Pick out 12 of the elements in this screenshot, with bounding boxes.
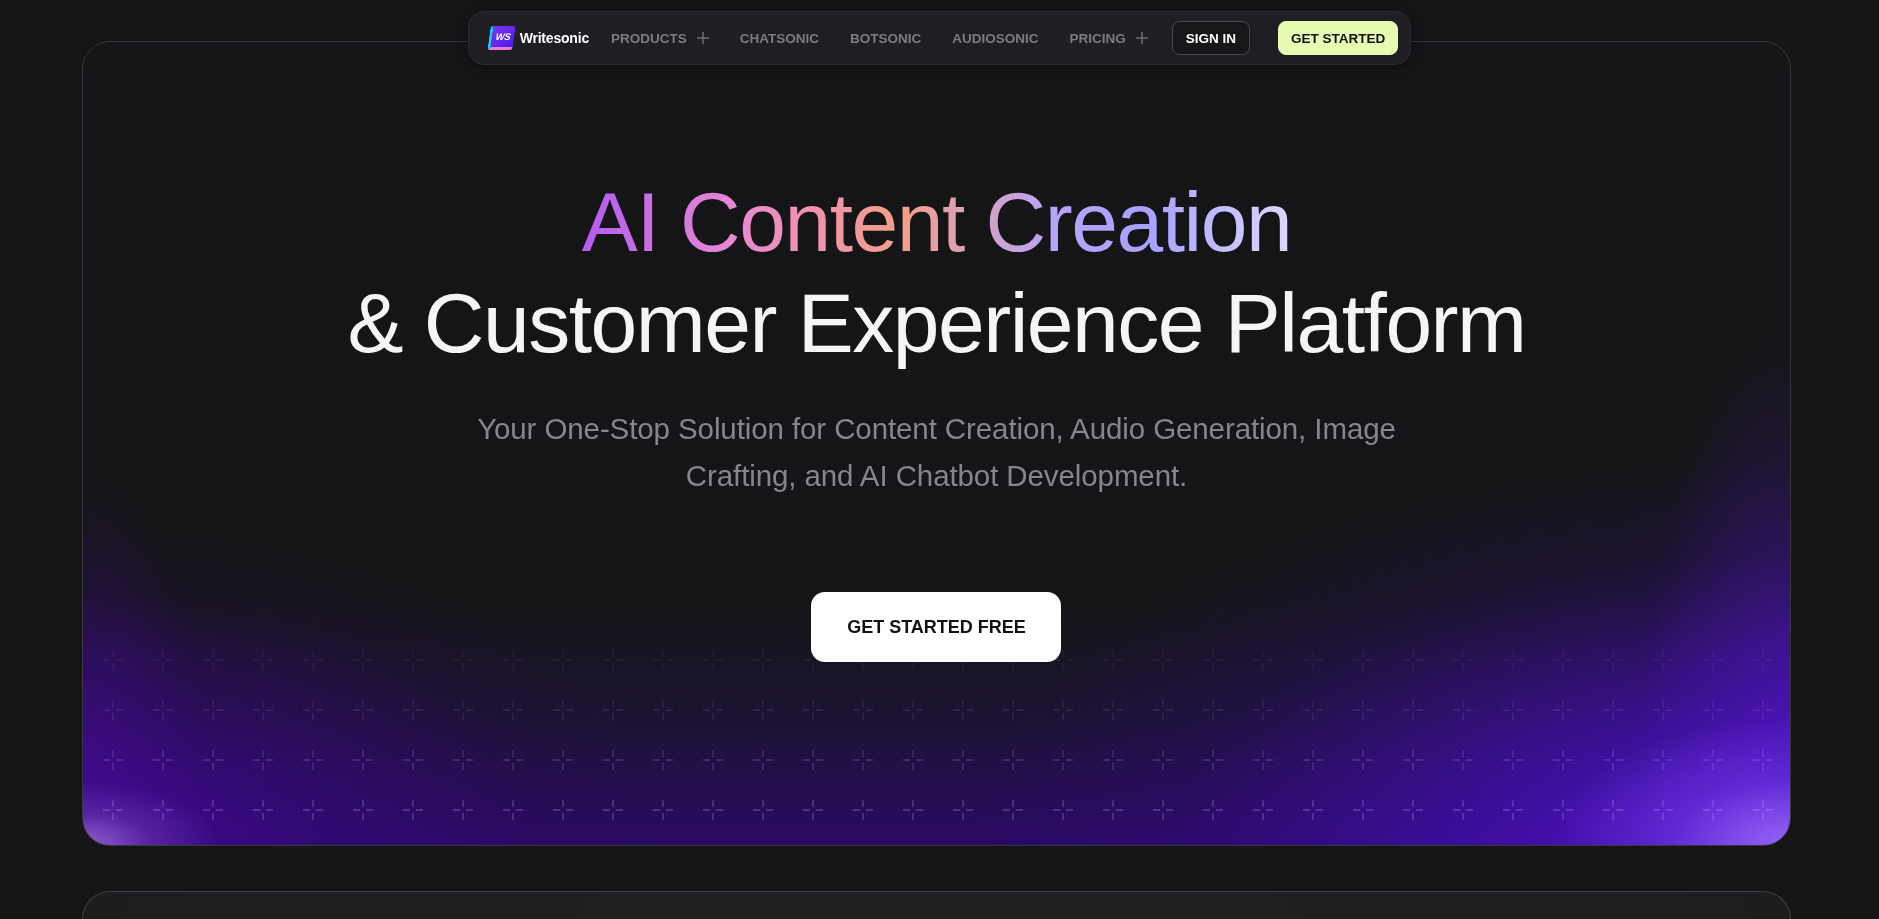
nav-link[interactable]: PRODUCTS bbox=[611, 30, 709, 46]
nav-link[interactable]: AUDIOSONIC bbox=[952, 30, 1039, 46]
brand-name[interactable]: Writesonic bbox=[519, 30, 589, 46]
nav-link[interactable]: PRICING bbox=[1069, 30, 1148, 46]
nav-link[interactable]: BOTSONIC bbox=[850, 30, 922, 46]
nav-button[interactable]: GET STARTED bbox=[1278, 21, 1399, 55]
cta-button[interactable]: GET STARTED FREE bbox=[811, 592, 1062, 662]
nav-link[interactable]: CHATSONIC bbox=[739, 30, 819, 46]
logo-mark[interactable]: WS bbox=[487, 26, 516, 50]
hero-heading: & Customer Experience Platform bbox=[347, 275, 1526, 372]
nav-button[interactable]: SIGN IN bbox=[1171, 21, 1251, 55]
hero-subtitle: Your One-Stop Solution for Content Creation, Audio Generation, Image Crafting, and AI Chatbot Development. bbox=[476, 411, 1397, 494]
